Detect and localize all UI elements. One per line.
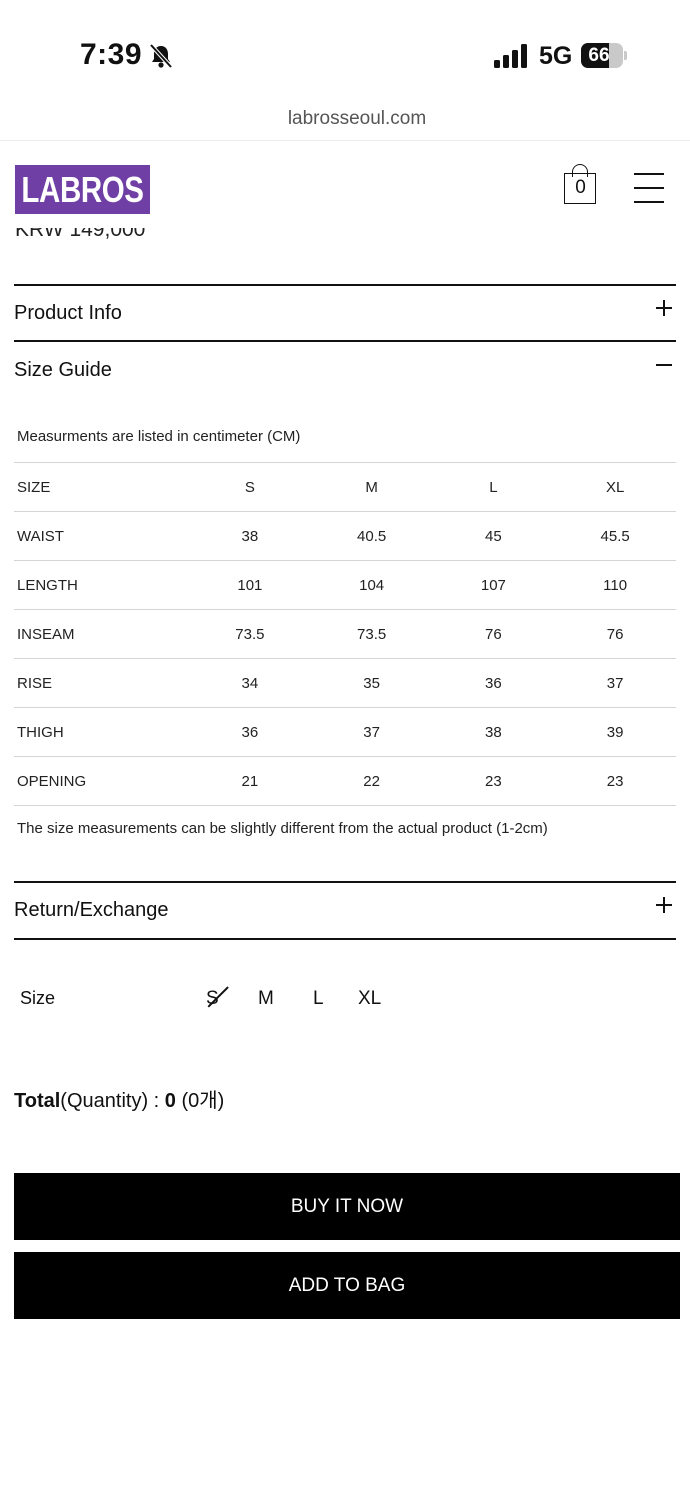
table-cell: 76 xyxy=(432,609,555,659)
table-cell: 37 xyxy=(554,658,676,708)
table-row: WAIST 38 40.5 45 45.5 xyxy=(14,511,676,561)
status-time: 7:39 xyxy=(80,38,143,71)
table-header-cell: SIZE xyxy=(14,462,189,512)
table-row: RISE 34 35 36 37 xyxy=(14,658,676,708)
table-cell: THIGH xyxy=(14,707,189,757)
table-cell: 45 xyxy=(432,511,555,561)
table-cell: WAIST xyxy=(14,511,189,561)
divider xyxy=(14,938,676,940)
table-header-row: SIZE S M L XL xyxy=(14,462,676,512)
table-cell: 45.5 xyxy=(554,511,676,561)
product-info-toggle[interactable]: Product Info xyxy=(14,302,122,325)
table-cell: 23 xyxy=(554,756,676,806)
battery-percentage: 66 xyxy=(588,45,610,66)
table-cell: 23 xyxy=(432,756,555,806)
table-cell: 35 xyxy=(310,658,433,708)
bag-count: 0 xyxy=(575,177,586,198)
table-header-cell: XL xyxy=(554,462,676,512)
table-row: OPENING 21 22 23 23 xyxy=(14,756,676,806)
table-cell: 73.5 xyxy=(189,609,311,659)
brand-logo[interactable]: LABROS xyxy=(15,165,150,214)
table-cell: 40.5 xyxy=(310,511,433,561)
table-row: INSEAM 73.5 73.5 76 76 xyxy=(14,609,676,659)
table-cell: 36 xyxy=(189,707,311,757)
network-type: 5G xyxy=(539,42,573,70)
table-header-cell: M xyxy=(310,462,433,512)
divider xyxy=(14,284,676,286)
minus-icon[interactable] xyxy=(652,353,676,377)
table-cell: 22 xyxy=(310,756,433,806)
size-guide-note: Measurments are listed in centimeter (CM… xyxy=(17,428,301,445)
url-text: labrosseoul.com xyxy=(287,108,427,129)
status-bar: 7:39 5G 66 xyxy=(0,0,690,100)
total-quantity: Total(Quantity) : 0 (0개) xyxy=(14,1084,224,1113)
url-bar[interactable]: labrosseoul.com xyxy=(0,102,690,141)
table-cell: 38 xyxy=(432,707,555,757)
table-cell: INSEAM xyxy=(14,609,189,659)
shopping-bag-button[interactable]: 0 xyxy=(563,163,599,205)
table-cell: 110 xyxy=(554,560,676,610)
return-exchange-toggle[interactable]: Return/Exchange xyxy=(14,899,169,922)
quantity-label: (Quantity) : xyxy=(60,1090,165,1112)
logo-text: LABROS xyxy=(21,168,144,210)
table-header-cell: L xyxy=(432,462,555,512)
table-cell: 36 xyxy=(432,658,555,708)
table-header-cell: S xyxy=(189,462,311,512)
table-row: THIGH 36 37 38 39 xyxy=(14,707,676,757)
battery-icon: 66 xyxy=(581,43,627,68)
total-count: (0개) xyxy=(175,1090,225,1112)
buy-it-now-button[interactable]: BUY IT NOW xyxy=(14,1173,680,1240)
table-cell: 34 xyxy=(189,658,311,708)
total-amount: 0 xyxy=(164,1090,176,1112)
size-option-xl[interactable]: XL xyxy=(358,988,381,1010)
size-disclaimer: The size measurements can be slightly di… xyxy=(17,820,548,837)
divider xyxy=(14,340,676,342)
table-cell: 104 xyxy=(310,560,433,610)
table-cell: 101 xyxy=(189,560,311,610)
size-guide-table: SIZE S M L XL WAIST 38 40.5 45 45.5 LENG… xyxy=(14,462,676,806)
table-cell: 39 xyxy=(554,707,676,757)
table-cell: OPENING xyxy=(14,756,189,806)
table-cell: 76 xyxy=(554,609,676,659)
hamburger-menu-icon[interactable] xyxy=(634,170,664,204)
signal-icon xyxy=(494,44,527,68)
table-cell: LENGTH xyxy=(14,560,189,610)
table-cell: 38 xyxy=(189,511,311,561)
size-selector-label: Size xyxy=(20,988,56,1008)
size-guide-toggle[interactable]: Size Guide xyxy=(14,359,112,382)
size-option-m[interactable]: M xyxy=(258,988,274,1010)
table-cell: RISE xyxy=(14,658,189,708)
table-cell: 107 xyxy=(432,560,555,610)
plus-icon[interactable] xyxy=(652,893,676,917)
product-price: KRW 149,000 xyxy=(15,228,146,241)
add-to-bag-button[interactable]: ADD TO BAG xyxy=(14,1252,680,1319)
plus-icon[interactable] xyxy=(652,296,676,320)
table-cell: 21 xyxy=(189,756,311,806)
table-row: LENGTH 101 104 107 110 xyxy=(14,560,676,610)
divider xyxy=(14,881,676,883)
table-cell: 73.5 xyxy=(310,609,433,659)
size-option-l[interactable]: L xyxy=(313,988,324,1010)
silent-bell-icon xyxy=(149,43,173,69)
total-label: Total xyxy=(14,1090,61,1112)
table-cell: 37 xyxy=(310,707,433,757)
